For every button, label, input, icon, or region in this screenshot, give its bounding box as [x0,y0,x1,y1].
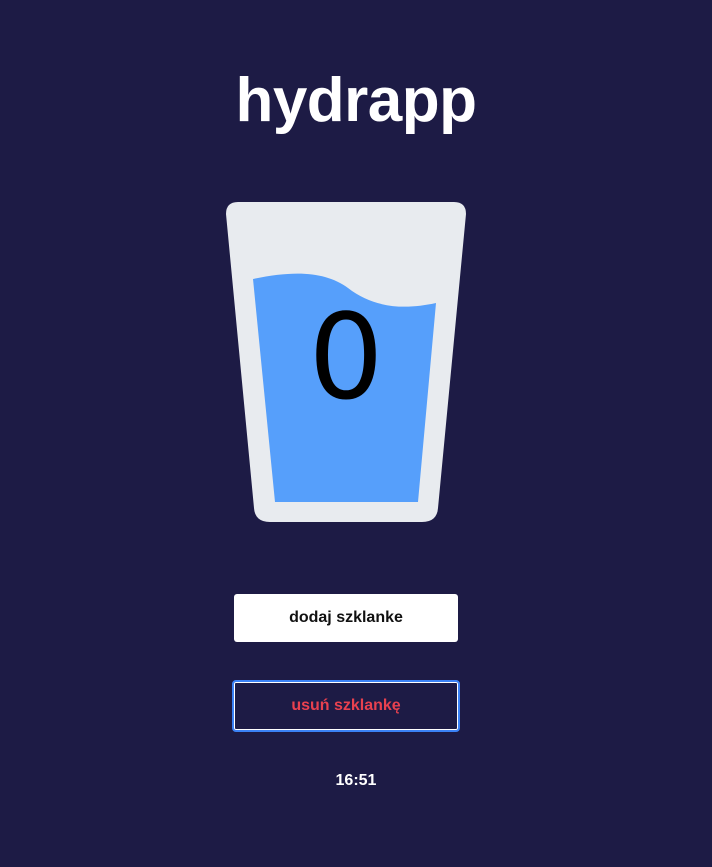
water-glass-graphic [226,202,466,522]
add-glass-button[interactable]: dodaj szklanke [234,594,458,642]
app-title: hydrapp [235,66,477,135]
remove-glass-button[interactable]: usuń szklankę [232,680,460,732]
water-fill [253,273,436,502]
water-glass: 0 [226,202,466,522]
clock-time: 16:51 [335,772,377,789]
